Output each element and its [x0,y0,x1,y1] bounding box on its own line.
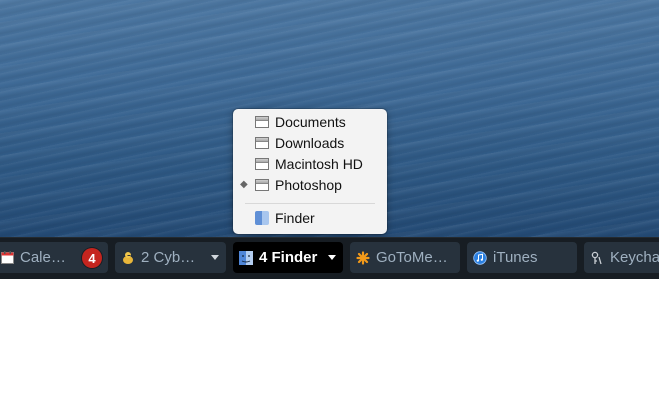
cyberduck-icon [121,251,135,265]
window-icon [255,158,269,170]
taskbar-item-label: 4 Finder [259,249,318,266]
taskbar-item-label: Keycha [610,249,659,266]
taskbar-item-label: 2 Cyb… [141,249,196,266]
taskbar-item-label: GoToMe… [376,249,448,266]
taskbar-item-cyberduck[interactable]: 2 Cyb… [115,242,226,273]
menu-item-label: Finder [275,210,315,226]
itunes-icon [473,250,487,265]
keychain-icon [590,251,604,265]
window-icon [255,179,269,191]
menu-item-label: Macintosh HD [275,156,363,172]
finder-icon [255,211,269,225]
dropdown-caret-icon[interactable] [211,255,219,260]
taskbar-item-calendar[interactable]: Cale… 4 [0,242,108,273]
finder-windows-menu: Documents Downloads Macintosh HD ◆ Photo… [233,109,387,234]
finder-icon [239,250,253,265]
taskbar-item-gotomeeting[interactable]: GoToMe… [350,242,460,273]
window-icon [255,116,269,128]
calendar-icon [0,251,14,265]
taskbar-item-itunes[interactable]: iTunes [467,242,577,273]
dropdown-caret-icon[interactable] [328,255,336,260]
diamond-mark-icon: ◆ [240,179,248,190]
notification-badge: 4 [82,248,102,268]
taskbar: Cale… 4 2 Cyb… 4 Finder GoToMe… iTunes K… [0,237,659,279]
menu-item-label: Photoshop [275,177,342,193]
menu-separator [245,203,375,204]
taskbar-item-label: Cale… [20,249,66,266]
gotomeeting-icon [356,250,370,265]
menu-item-documents[interactable]: Documents [233,112,387,133]
menu-item-macintosh-hd[interactable]: Macintosh HD [233,154,387,175]
taskbar-item-finder[interactable]: 4 Finder [233,242,343,273]
window-icon [255,137,269,149]
menu-item-finder[interactable]: Finder [233,208,387,229]
taskbar-item-keychain[interactable]: Keycha [584,242,659,273]
menu-item-downloads[interactable]: Downloads [233,133,387,154]
menu-item-label: Downloads [275,135,345,151]
menu-item-photoshop[interactable]: ◆ Photoshop [233,175,387,196]
menu-item-label: Documents [275,114,346,130]
taskbar-item-label: iTunes [493,249,538,266]
